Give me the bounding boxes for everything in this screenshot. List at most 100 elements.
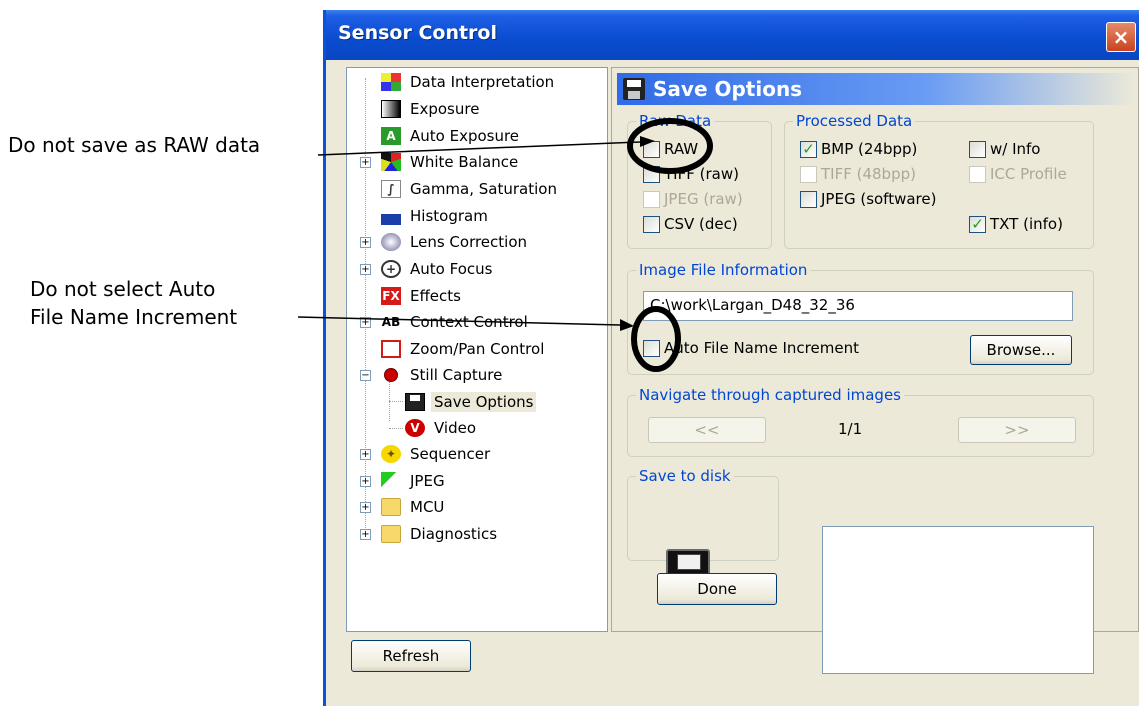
ab-icon: AB (381, 315, 401, 329)
tree-item-save-options[interactable]: Save Options (405, 390, 537, 414)
tree-item-mcu[interactable]: MCU (381, 495, 447, 519)
raw-data-group: Raw Data RAW TIFF (raw) JPEG (raw) CSV (… (627, 112, 772, 249)
tree-item-zoom-pan-control[interactable]: Zoom/Pan Control (381, 337, 547, 361)
floppy-icon (623, 78, 645, 100)
expand-toggle[interactable]: + (360, 476, 371, 487)
jpeg-raw-checkbox: JPEG (raw) (643, 190, 743, 208)
checkbox-box[interactable] (800, 190, 817, 208)
save-to-disk-label: Save to disk (636, 467, 734, 485)
annotation-raw-data: Do not save as RAW data (8, 133, 261, 157)
tree-guide-line (365, 78, 366, 540)
tree-item-jpeg[interactable]: JPEG (381, 469, 448, 493)
done-button[interactable]: Done (657, 573, 777, 605)
tree-item-histogram[interactable]: Histogram (381, 204, 491, 228)
bmp-checkbox[interactable]: ✓ BMP (24bpp) (800, 140, 917, 158)
image-file-info-group: Image File Information C:\work\Largan_D4… (627, 261, 1094, 375)
save-options-title: Save Options (653, 77, 803, 101)
auto-increment-checkbox[interactable]: Auto File Name Increment (643, 339, 859, 357)
csv-dec-checkbox[interactable]: CSV (dec) (643, 215, 738, 233)
previous-image-button[interactable]: << (648, 417, 766, 443)
tree-item-white-balance[interactable]: White Balance (381, 150, 521, 174)
color-grid-icon (381, 73, 401, 91)
navigate-label: Navigate through captured images (636, 386, 904, 404)
fx-icon: FX (381, 287, 401, 305)
checkbox-label: CSV (dec) (664, 215, 738, 233)
sensor-control-window: Sensor Control × Data Interpretation Exp… (323, 10, 1139, 706)
file-path-input[interactable]: C:\work\Largan_D48_32_36 (643, 291, 1073, 321)
checkbox-box[interactable] (969, 140, 986, 158)
annotation-line-1: Do not select Auto (30, 277, 216, 301)
annotation-line-2: File Name Increment (30, 305, 238, 329)
w-info-checkbox[interactable]: w/ Info (969, 140, 1040, 158)
floppy-icon (405, 393, 425, 411)
tiff-raw-checkbox[interactable]: TIFF (raw) (643, 165, 739, 183)
tree-item-sequencer[interactable]: ✦ Sequencer (381, 442, 493, 466)
video-icon: V (405, 419, 425, 437)
tree-item-diagnostics[interactable]: Diagnostics (381, 522, 500, 546)
tree-item-label: JPEG (410, 472, 445, 490)
jpeg-software-checkbox[interactable]: JPEG (software) (800, 190, 936, 208)
checkbox-label: TIFF (raw) (664, 165, 739, 183)
tree-item-auto-focus[interactable]: + Auto Focus (381, 257, 495, 281)
folder-icon (381, 498, 401, 516)
tree-item-auto-exposure[interactable]: A Auto Exposure (381, 124, 522, 148)
tree-item-effects[interactable]: FX Effects (381, 284, 464, 308)
histogram-icon (381, 207, 401, 225)
raw-data-label: Raw Data (636, 112, 715, 130)
tree-item-label: Lens Correction (410, 233, 528, 251)
tree-item-label: Context Control (410, 313, 528, 331)
expand-toggle[interactable]: + (360, 502, 371, 513)
expand-toggle[interactable]: + (360, 529, 371, 540)
save-options-header: Save Options (617, 73, 1135, 105)
refresh-button[interactable]: Refresh (351, 640, 471, 672)
letter-a-icon: A (381, 127, 401, 145)
checkbox-box (969, 165, 986, 183)
checkbox-label: BMP (24bpp) (821, 140, 918, 158)
browse-button[interactable]: Browse... (970, 335, 1072, 365)
icc-profile-checkbox: ICC Profile (969, 165, 1067, 183)
checkbox-box[interactable] (643, 140, 660, 158)
expand-toggle[interactable]: + (360, 157, 371, 168)
expand-toggle[interactable]: + (360, 317, 371, 328)
color-palette-icon (381, 153, 401, 171)
image-preview (822, 526, 1094, 674)
jpeg-icon (381, 472, 401, 490)
tree-item-data-interpretation[interactable]: Data Interpretation (381, 70, 557, 94)
expand-toggle[interactable]: + (360, 264, 371, 275)
checkbox-box[interactable] (643, 339, 660, 357)
tree-item-lens-correction[interactable]: Lens Correction (381, 230, 530, 254)
tree-guide-line (389, 428, 403, 429)
expand-toggle[interactable]: + (360, 449, 371, 460)
tree-item-label: MCU (410, 498, 445, 516)
tree-item-label: Auto Exposure (410, 127, 520, 145)
tree-guide-line (389, 401, 403, 402)
checkmark-icon[interactable]: ✓ (800, 140, 817, 158)
checkbox-label: ICC Profile (990, 165, 1067, 183)
tiff-48-checkbox: TIFF (48bpp) (800, 165, 916, 183)
title-bar[interactable]: Sensor Control × (326, 10, 1139, 60)
raw-checkbox[interactable]: RAW (643, 140, 698, 158)
expand-toggle[interactable]: + (360, 237, 371, 248)
close-button[interactable]: × (1106, 22, 1136, 52)
tree-item-label: Diagnostics (410, 525, 498, 543)
tree-item-exposure[interactable]: Exposure (381, 97, 482, 121)
txt-info-checkbox[interactable]: ✓ TXT (info) (969, 215, 1063, 233)
settings-tree: Data Interpretation Exposure A Auto Expo… (346, 67, 608, 632)
tree-item-video[interactable]: V Video (405, 416, 479, 440)
image-file-info-label: Image File Information (636, 261, 811, 279)
sequencer-icon: ✦ (381, 445, 401, 463)
tree-item-gamma-saturation[interactable]: ∫ Gamma, Saturation (381, 177, 560, 201)
still-capture-icon (381, 366, 401, 384)
tree-item-label: Still Capture (410, 366, 503, 384)
checkbox-box[interactable] (643, 215, 660, 233)
tree-item-label: Histogram (410, 207, 488, 225)
tree-item-still-capture[interactable]: Still Capture (381, 363, 505, 387)
tree-item-label: Exposure (410, 100, 480, 118)
checkbox-label: RAW (664, 140, 699, 158)
next-image-button[interactable]: >> (958, 417, 1076, 443)
checkmark-icon[interactable]: ✓ (969, 215, 986, 233)
collapse-toggle[interactable]: − (360, 370, 371, 381)
checkbox-box[interactable] (643, 165, 660, 183)
curve-icon: ∫ (381, 180, 401, 198)
tree-item-context-control[interactable]: AB Context Control (381, 310, 531, 334)
